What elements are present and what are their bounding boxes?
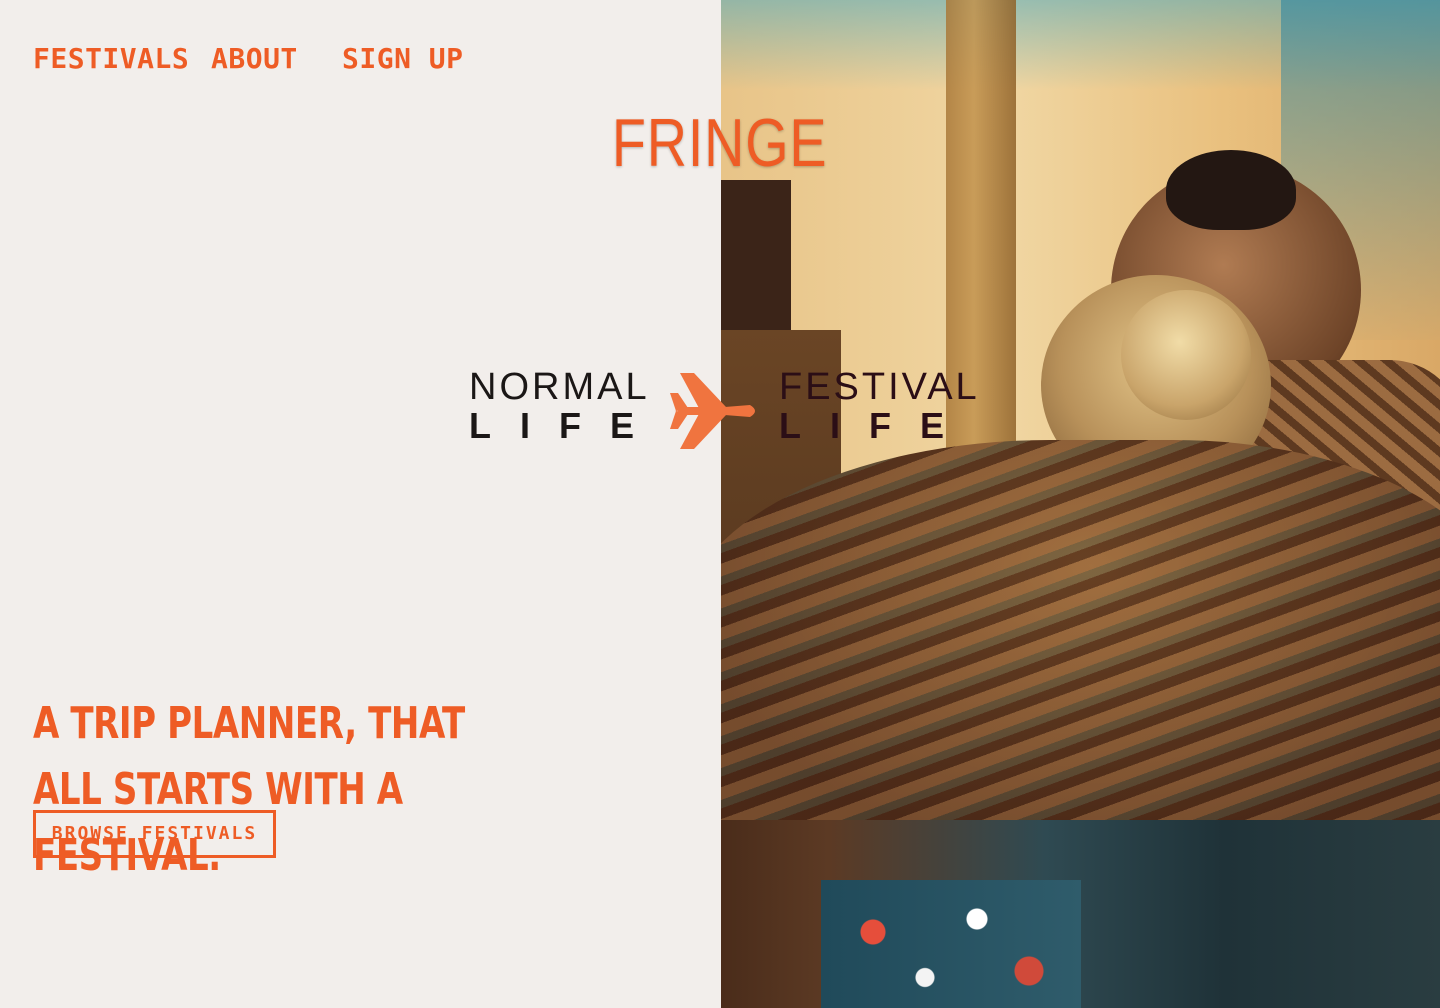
airplane-icon	[670, 373, 755, 449]
hero-headline: A TRIP PLANNER, THAT ALL STARTS WITH A F…	[33, 698, 465, 882]
nav-sign-up-link[interactable]: SIGN UP	[342, 42, 472, 75]
festival-life-label: FESTIVAL LIFE	[779, 368, 980, 444]
photo-paisley-shawl	[721, 440, 1440, 860]
festival-word: FESTIVAL	[779, 366, 980, 408]
festival-life-sub: LIFE	[779, 405, 973, 446]
normal-life-label: NORMAL LIFE	[469, 368, 663, 444]
main-nav: FESTIVALS ABOUT SIGN UP	[33, 42, 472, 75]
normal-word: NORMAL	[469, 366, 650, 408]
nav-festivals-link[interactable]: FESTIVALS	[33, 42, 211, 75]
brand-logo[interactable]: FRINGE	[129, 104, 1310, 182]
nav-about-link[interactable]: ABOUT	[211, 42, 342, 75]
photo-dark-block	[721, 180, 791, 330]
photo-floral-shirt	[821, 880, 1081, 1008]
browse-festivals-button[interactable]: BROWSE FESTIVALS	[33, 810, 276, 858]
normal-life-sub: LIFE	[469, 405, 663, 446]
photo-hair-bun	[1121, 290, 1251, 420]
